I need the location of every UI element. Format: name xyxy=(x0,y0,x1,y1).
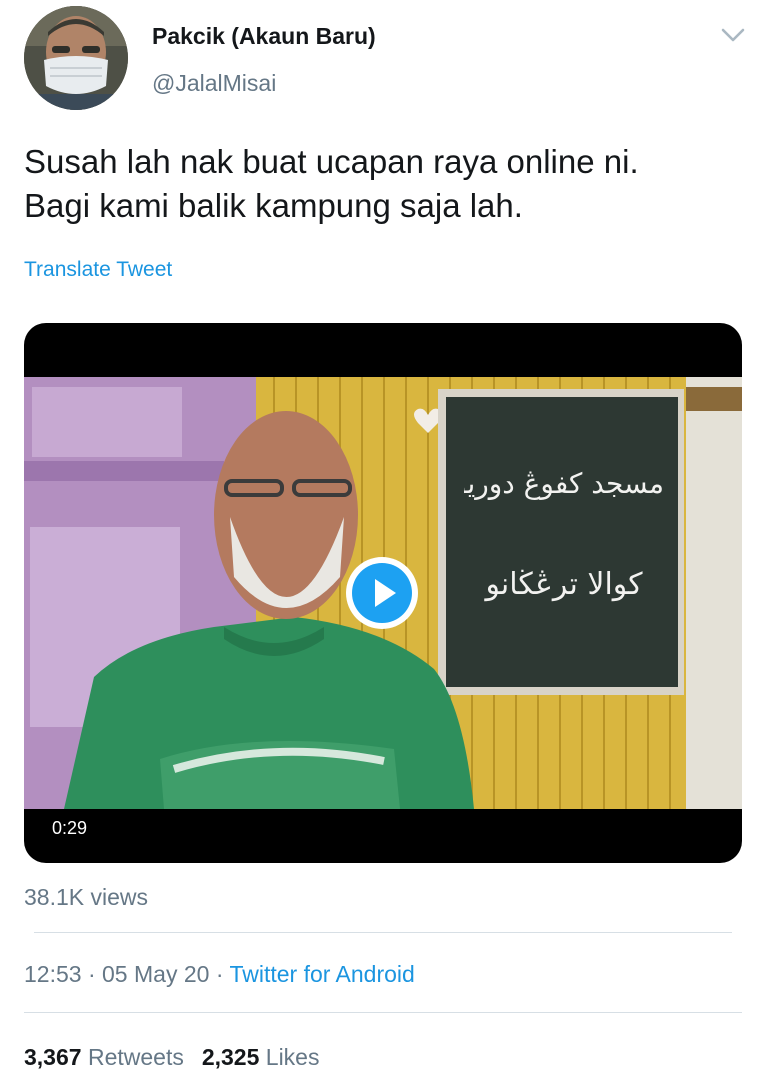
likes-label: Likes xyxy=(265,1044,320,1070)
likes-count: 2,325 xyxy=(201,1044,260,1070)
retweets-count: 3,367 xyxy=(24,1044,82,1070)
video-player[interactable]: مسجد كفوڠ دوريوڠ چيل كوالا ترڠڬانو 0:29 xyxy=(24,323,742,863)
translate-tweet-link[interactable]: Translate Tweet xyxy=(24,258,172,282)
divider xyxy=(34,932,732,933)
tweet-time[interactable]: 12:53 xyxy=(24,961,82,987)
chalkboard-text-line: مسجد كفوڠ دوريوڠ چيل xyxy=(464,467,664,500)
video-duration: 0:29 xyxy=(52,818,88,838)
avatar-photo xyxy=(24,6,128,110)
user-handle[interactable]: @JalalMisai xyxy=(152,70,276,97)
tweet-source-link[interactable]: Twitter for Android xyxy=(229,961,414,987)
retweets-label: Retweets xyxy=(87,1044,184,1070)
tweet-text-line: Susah lah nak buat ucapan raya online ni… xyxy=(24,143,639,180)
play-icon xyxy=(346,557,418,629)
retweets-stat[interactable]: 3,367 Retweets xyxy=(24,1044,184,1070)
divider xyxy=(24,1012,742,1013)
likes-stat[interactable]: 2,325 Likes xyxy=(202,1044,320,1070)
tweet-text: Susah lah nak buat ucapan raya online ni… xyxy=(24,140,744,228)
chalkboard-text-line: كوالا ترڠڬانو xyxy=(485,567,643,602)
engagement-stats: 3,367 Retweets 2,325 Likes xyxy=(24,1044,319,1071)
tweet-date[interactable]: 05 May 20 xyxy=(102,961,209,987)
tweet-meta: 12:53 · 05 May 20 · Twitter for Android xyxy=(24,961,415,988)
view-count: 38.1K views xyxy=(24,884,149,910)
chevron-down-icon xyxy=(721,28,745,42)
meta-separator: · xyxy=(215,961,224,987)
display-name[interactable]: Pakcik (Akaun Baru) xyxy=(152,23,376,50)
play-button[interactable] xyxy=(344,555,420,631)
avatar[interactable] xyxy=(24,6,128,110)
tweet-text-line: Bagi kami balik kampung saja lah. xyxy=(24,187,523,224)
meta-separator: · xyxy=(87,961,96,987)
more-options-button[interactable] xyxy=(718,22,748,48)
